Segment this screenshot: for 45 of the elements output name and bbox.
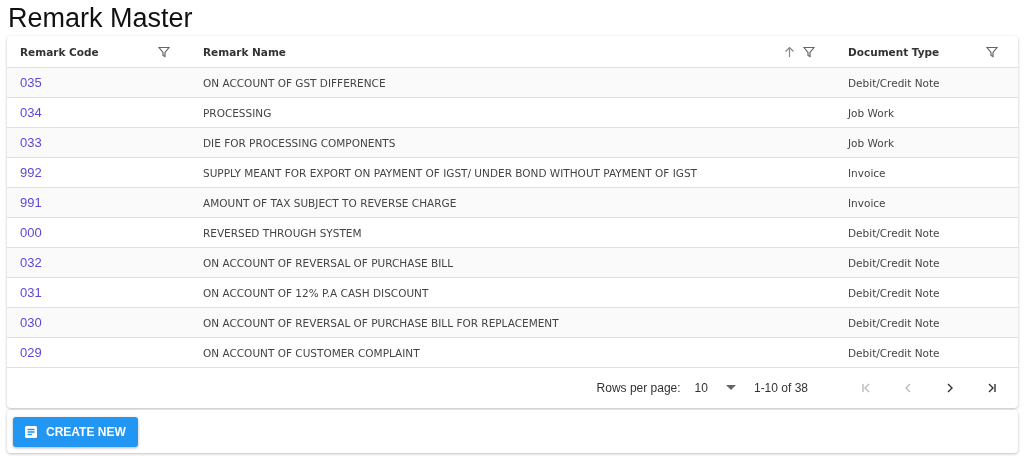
rows-per-page-select[interactable]: 10	[694, 381, 736, 395]
code-link[interactable]: 029	[20, 345, 42, 360]
code-link[interactable]: 035	[20, 75, 42, 90]
table-cell: Debit/Credit Note	[848, 76, 940, 89]
page-range: 1-10 of 38	[753, 381, 808, 395]
table-cell: AMOUNT OF TAX SUBJECT TO REVERSE CHARGE	[203, 196, 457, 209]
code-link[interactable]: 033	[20, 135, 42, 150]
table-cell: ON ACCOUNT OF 12% P.A CASH DISCOUNT	[203, 286, 429, 299]
table-cell: Job Work	[848, 106, 895, 119]
table-cell: ON ACCOUNT OF GST DIFFERENCE	[203, 76, 386, 89]
column-header[interactable]: Document Type	[848, 45, 940, 58]
code-link[interactable]: 000	[20, 225, 42, 240]
table-cell: SUPPLY MEANT FOR EXPORT ON PAYMENT OF IGST/ UNDER BOND WITHOUT PAYMENT OF IGST	[203, 166, 697, 179]
bar-chevron-icon	[986, 382, 998, 394]
table-cell: Invoice	[848, 196, 886, 209]
code-link[interactable]: 031	[20, 285, 42, 300]
table-cell: Debit/Credit Note	[848, 226, 940, 239]
code-link[interactable]: 030	[20, 315, 42, 330]
table-cell: Debit/Credit Note	[848, 286, 940, 299]
filter-icon[interactable]	[158, 45, 170, 58]
code-link[interactable]: 991	[20, 195, 42, 210]
table-cell: Invoice	[848, 166, 886, 179]
code-link[interactable]: 032	[20, 255, 42, 270]
sort-arrow-icon[interactable]	[784, 45, 795, 58]
rows-per-page-label: Rows per page:	[596, 381, 681, 395]
filter-icon[interactable]	[803, 45, 815, 58]
code-link[interactable]: 992	[20, 165, 42, 180]
table-cell: Debit/Credit Note	[848, 256, 940, 269]
table-cell: ON ACCOUNT OF REVERSAL OF PURCHASE BILL FOR REPLACEMENT	[203, 316, 559, 329]
column-header[interactable]: Remark Code	[20, 45, 99, 58]
table-cell: Debit/Credit Note	[848, 346, 940, 359]
table-cell: REVERSED THROUGH SYSTEM	[203, 226, 362, 239]
table-cell: Debit/Credit Note	[848, 316, 940, 329]
document-icon	[24, 424, 38, 439]
table-cell: ON ACCOUNT OF REVERSAL OF PURCHASE BILL	[203, 256, 454, 269]
column-header[interactable]: Remark Name	[203, 45, 286, 58]
filter-icon[interactable]	[986, 45, 998, 58]
bar-chevron-icon	[860, 382, 872, 394]
page-title: Remark Master	[7, 2, 194, 35]
table-cell: DIE FOR PROCESSING COMPONENTS	[203, 136, 396, 149]
table-cell: Job Work	[848, 136, 895, 149]
table-cell: ON ACCOUNT OF CUSTOMER COMPLAINT	[203, 346, 420, 359]
code-link[interactable]: 034	[20, 105, 42, 120]
dropdown-caret-icon	[725, 385, 736, 391]
table-cell: PROCESSING	[203, 106, 272, 119]
